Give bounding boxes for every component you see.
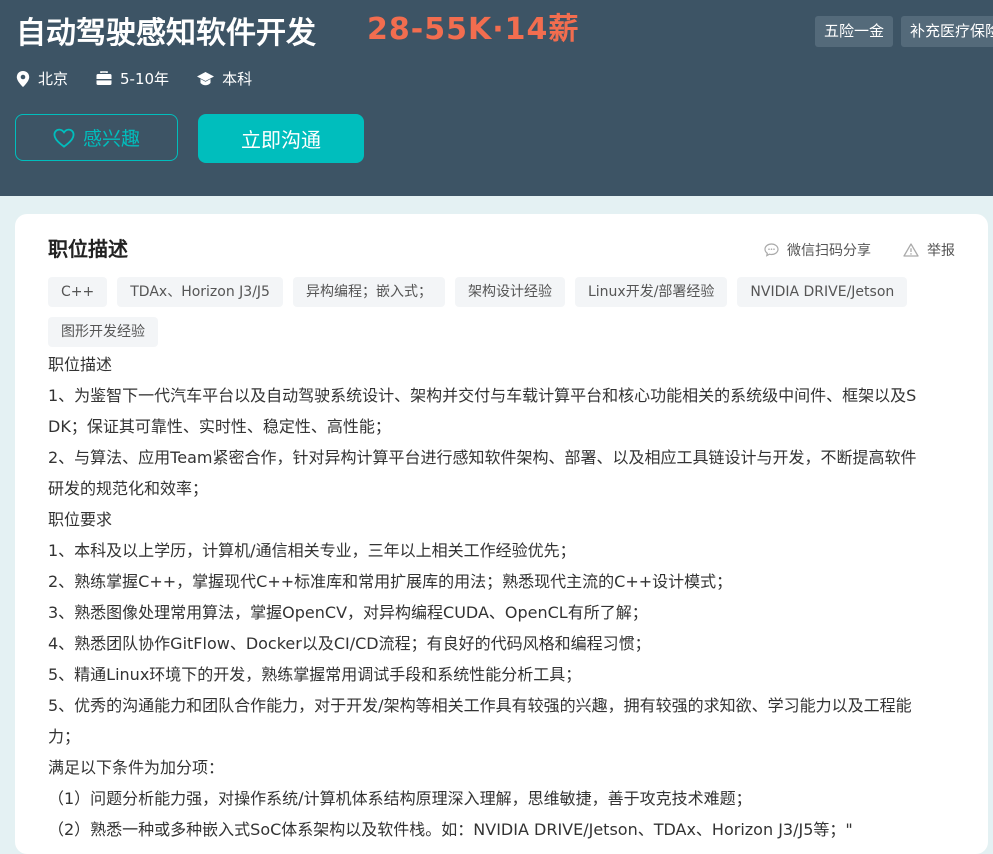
description-line: 力；	[48, 727, 81, 746]
description-line: DK；保证其可靠性、实时性、稳定性、高性能；	[48, 417, 391, 436]
description-line: 研发的规范化和效率；	[48, 479, 209, 498]
report-link[interactable]: 举报	[903, 240, 955, 260]
section-title: 职位描述	[48, 237, 128, 261]
chat-bubble-icon	[764, 243, 779, 257]
location-pin-icon	[16, 70, 30, 87]
briefcase-icon	[96, 71, 112, 85]
description-line: （1）问题分析能力强，对操作系统/计算机体系结构原理深入理解，思维敏捷，善于攻克…	[48, 789, 752, 808]
benefit-tags: 五险一金 补充医疗保险	[815, 16, 993, 47]
wechat-share-link[interactable]: 微信扫码分享	[764, 240, 871, 260]
description-line: （2）熟悉一种或多种嵌入式SoC体系架构以及软件栈。如：NVIDIA DRIVE…	[48, 820, 853, 839]
skill-tag: Linux开发/部署经验	[574, 277, 728, 307]
description-line: 2、熟练掌握C++，掌握现代C++标准库和常用扩展库的用法；熟悉现代主流的C++…	[48, 572, 733, 591]
job-detail-card: 职位描述 微信扫码分享 举报 C++ TDAx、Horizon J3/J5 异构…	[15, 214, 988, 854]
skill-tag: 架构设计经验	[454, 277, 565, 307]
salary: 28-55K·14薪	[367, 12, 580, 47]
education: 本科	[197, 68, 252, 89]
job-header: 自动驾驶感知软件开发 28-55K·14薪 五险一金 补充医疗保险 北京 5-1…	[0, 0, 993, 196]
skill-tag: TDAx、Horizon J3/J5	[117, 277, 283, 307]
skill-tag: 图形开发经验	[48, 317, 158, 347]
heart-icon	[53, 128, 75, 148]
share-label: 微信扫码分享	[787, 243, 871, 259]
chat-now-button[interactable]: 立即沟通	[198, 114, 364, 163]
skill-tag: C++	[48, 277, 108, 307]
experience: 5-10年	[96, 68, 169, 89]
skill-tag: 异构编程；嵌入式；	[292, 277, 445, 307]
report-label: 举报	[927, 243, 955, 259]
description-line: 2、与算法、应用Team紧密合作，针对异构计算平台进行感知软件架构、部署、以及相…	[48, 448, 917, 467]
job-title: 自动驾驶感知软件开发	[16, 16, 316, 51]
card-actions: 微信扫码分享 举报	[732, 240, 955, 260]
interest-label: 感兴趣	[82, 128, 140, 150]
warning-icon	[903, 243, 919, 257]
location: 北京	[16, 68, 68, 89]
description-line: 满足以下条件为加分项：	[48, 758, 225, 777]
description-line: 5、优秀的沟通能力和团队合作能力，对于开发/架构等相关工作具有较强的兴趣，拥有较…	[48, 696, 912, 715]
benefit-tag: 补充医疗保险	[901, 16, 993, 47]
description-line: 4、熟悉团队协作GitFlow、Docker以及CI/CD流程；有良好的代码风格…	[48, 634, 651, 653]
description-line: 3、熟悉图像处理常用算法，掌握OpenCV，对异构编程CUDA、OpenCL有所…	[48, 603, 648, 622]
description-line: 1、为鉴智下一代汽车平台以及自动驾驶系统设计、架构并交付与车载计算平台和核心功能…	[48, 386, 917, 405]
skill-tags: C++ TDAx、Horizon J3/J5 异构编程；嵌入式； 架构设计经验 …	[48, 277, 968, 347]
description-line: 1、本科及以上学历，计算机/通信相关专业，三年以上相关工作经验优先；	[48, 541, 576, 560]
job-meta: 北京 5-10年 本科	[16, 68, 280, 89]
skill-tag: NVIDIA DRIVE/Jetson	[737, 277, 908, 307]
education-text: 本科	[222, 70, 253, 88]
location-text: 北京	[38, 70, 69, 88]
benefit-tag: 五险一金	[815, 16, 894, 47]
description-line: 职位描述	[48, 355, 113, 374]
job-description: 职位描述 1、为鉴智下一代汽车平台以及自动驾驶系统设计、架构并交付与车载计算平台…	[48, 349, 944, 845]
interest-button[interactable]: 感兴趣	[15, 114, 178, 161]
description-line: 5、精通Linux环境下的开发，熟练掌握常用调试手段和系统性能分析工具；	[48, 665, 582, 684]
description-line: 职位要求	[48, 510, 113, 529]
graduation-cap-icon	[197, 71, 215, 85]
experience-text: 5-10年	[120, 70, 170, 88]
